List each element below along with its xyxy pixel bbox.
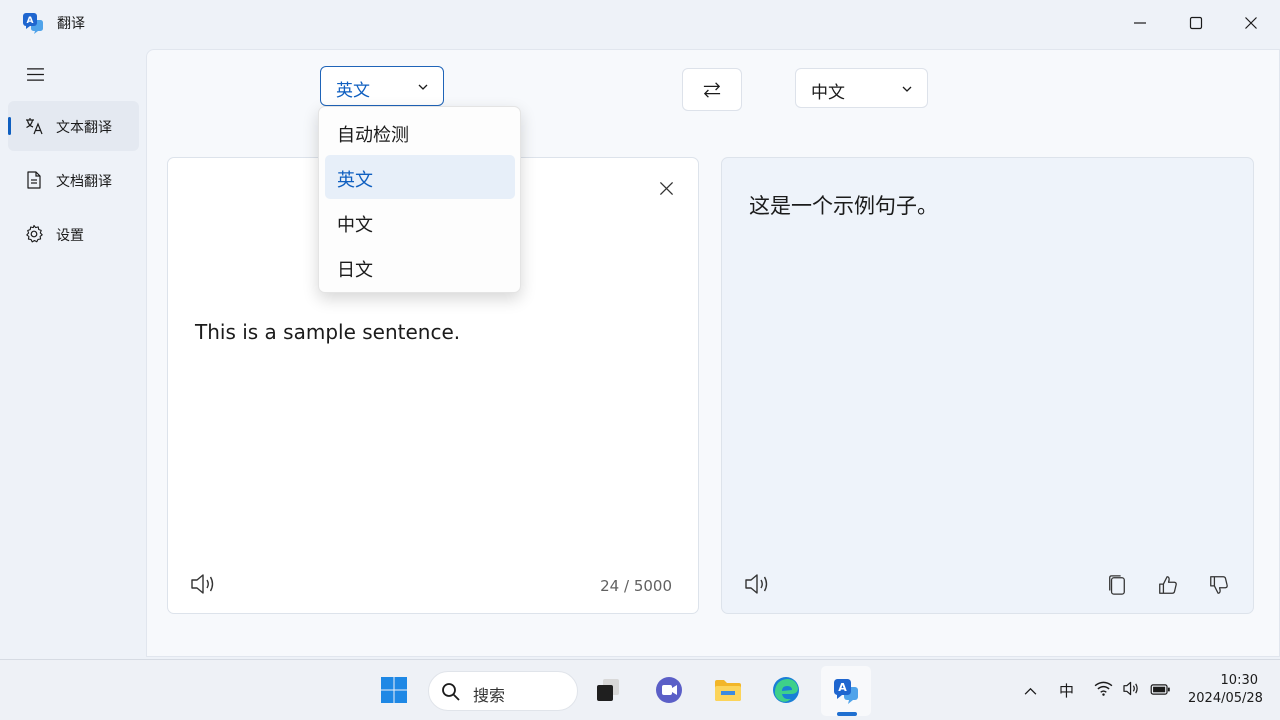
chevron-up-icon	[1024, 687, 1037, 695]
wifi-icon	[1094, 681, 1113, 696]
show-hidden-icons-button[interactable]	[1024, 682, 1037, 700]
hamburger-icon	[26, 67, 44, 81]
dropdown-option-label: 日文	[337, 260, 373, 281]
close-window-button[interactable]	[1231, 8, 1271, 38]
close-icon	[1245, 17, 1257, 29]
edge-browser-button[interactable]	[768, 672, 804, 708]
clock-date: 2024/05/28	[1188, 691, 1263, 706]
battery-status[interactable]	[1150, 682, 1171, 700]
menu-toggle-button[interactable]	[20, 60, 50, 88]
thumbs-up-button[interactable]	[1156, 572, 1180, 598]
search-label: 搜索	[473, 686, 506, 705]
dropdown-option-label: 中文	[337, 215, 373, 236]
wifi-status[interactable]	[1094, 681, 1113, 700]
speaker-icon	[191, 574, 214, 594]
sidebar-item-label: 文本翻译	[56, 120, 112, 136]
maximize-icon	[1189, 16, 1203, 30]
task-view-icon	[597, 679, 619, 701]
gear-icon	[24, 224, 44, 244]
source-language-dropdown: 自动检测 英文 中文 日文	[318, 106, 521, 293]
translator-app-icon: A	[22, 12, 44, 34]
taskbar-clock[interactable]: 10:30 2024/05/28	[1188, 672, 1263, 708]
dropdown-option-english[interactable]: 英文	[325, 155, 515, 199]
dropdown-option-auto-detect[interactable]: 自动检测	[325, 110, 515, 154]
source-text-input[interactable]: This is a sample sentence.	[195, 320, 460, 344]
dropdown-option-label: 自动检测	[337, 125, 409, 146]
volume-icon	[1123, 681, 1138, 696]
swap-icon	[703, 81, 721, 98]
character-count: 24 / 5000	[600, 577, 672, 595]
task-view-button[interactable]	[590, 672, 626, 708]
minimize-button[interactable]	[1120, 8, 1160, 38]
app-window: A 翻译 文本翻译 文档翻译 设置 英文 中文 This is a sample…	[0, 0, 1280, 659]
thumbs-down-icon	[1210, 576, 1228, 594]
copy-icon	[1109, 575, 1125, 595]
source-language-select[interactable]: 英文	[320, 66, 444, 106]
search-icon	[442, 683, 460, 701]
taskbar: 搜索 A 中	[0, 659, 1280, 720]
active-app-indicator	[837, 712, 857, 716]
translator-taskbar-button[interactable]: A	[821, 666, 871, 716]
svg-text:A: A	[838, 681, 847, 694]
maximize-button[interactable]	[1176, 8, 1216, 38]
translation-actions	[1105, 572, 1231, 598]
dropdown-option-label: 英文	[337, 170, 373, 191]
translator-app-icon: A	[834, 679, 858, 704]
window-title: 翻译	[57, 16, 85, 32]
folder-icon	[715, 680, 741, 701]
file-explorer-button[interactable]	[710, 672, 746, 708]
sidebar-item-label: 文档翻译	[56, 174, 112, 190]
sidebar-item-text-translate[interactable]: 文本翻译	[8, 101, 139, 151]
document-icon	[24, 170, 44, 190]
target-language-select[interactable]: 中文	[795, 68, 928, 108]
copy-button[interactable]	[1105, 572, 1129, 598]
source-language-value: 英文	[336, 81, 370, 101]
clock-time: 10:30	[1220, 673, 1258, 688]
input-method-indicator[interactable]: 中	[1059, 680, 1074, 701]
sidebar-item-document-translate[interactable]: 文档翻译	[8, 155, 139, 205]
target-language-value: 中文	[811, 83, 845, 103]
swap-languages-button[interactable]	[682, 68, 742, 111]
edge-icon	[773, 677, 799, 703]
minimize-icon	[1134, 22, 1146, 24]
speaker-icon	[745, 574, 768, 594]
volume-status[interactable]	[1122, 681, 1141, 700]
chevron-down-icon	[902, 86, 912, 92]
active-indicator	[8, 117, 11, 135]
thumbs-down-button[interactable]	[1207, 572, 1231, 598]
svg-text:A: A	[27, 16, 34, 26]
target-text-panel: 这是一个示例句子。	[721, 157, 1254, 614]
chevron-down-icon	[418, 84, 428, 90]
taskbar-search[interactable]: 搜索	[428, 671, 578, 711]
close-icon	[659, 181, 673, 195]
chat-icon	[656, 677, 682, 703]
battery-icon	[1150, 684, 1170, 695]
clear-text-button[interactable]	[654, 176, 678, 200]
title-bar: A 翻译	[0, 0, 1280, 46]
teams-chat-button[interactable]	[651, 672, 687, 708]
source-speaker-button[interactable]	[189, 572, 217, 596]
sidebar-item-settings[interactable]: 设置	[8, 209, 139, 259]
dropdown-option-chinese[interactable]: 中文	[325, 200, 515, 244]
translated-text: 这是一个示例句子。	[749, 194, 938, 218]
windows-logo-icon	[381, 677, 407, 703]
dropdown-option-japanese[interactable]: 日文	[325, 245, 515, 289]
translate-icon	[24, 116, 44, 136]
sidebar-item-label: 设置	[56, 228, 84, 244]
thumbs-up-icon	[1159, 576, 1177, 594]
target-speaker-button[interactable]	[743, 572, 771, 596]
start-button[interactable]	[376, 672, 412, 708]
